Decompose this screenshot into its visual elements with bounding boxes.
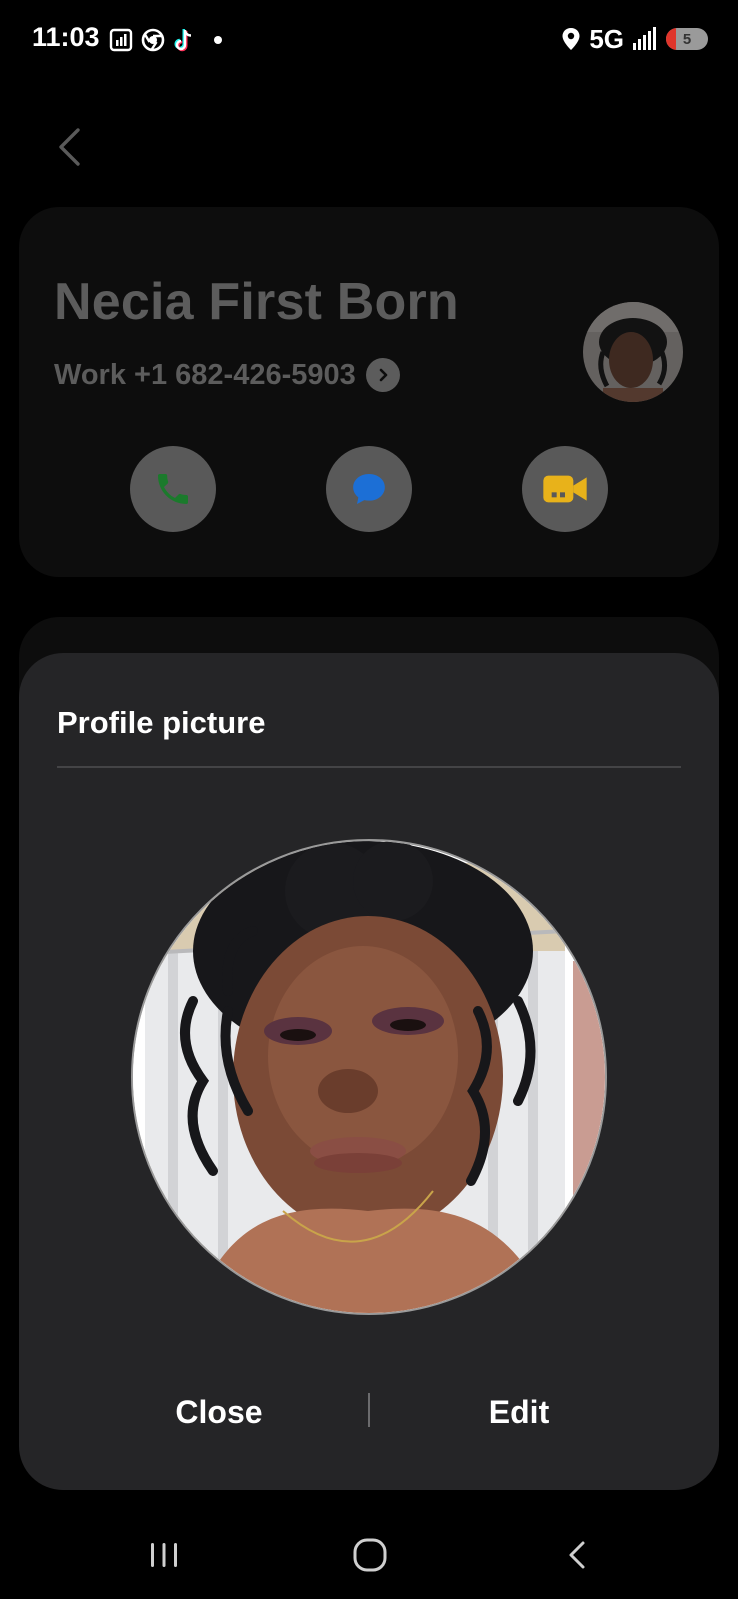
video-call-icon <box>543 475 587 503</box>
recent-apps-button[interactable] <box>134 1525 194 1585</box>
home-icon <box>353 1538 387 1572</box>
navigation-bar <box>0 1505 738 1599</box>
contact-avatar[interactable] <box>583 302 683 402</box>
call-button[interactable] <box>130 446 216 532</box>
recent-apps-icon <box>151 1543 177 1567</box>
home-button[interactable] <box>340 1525 400 1585</box>
sheet-actions: Close Edit <box>19 1377 719 1447</box>
back-icon <box>569 1541 585 1569</box>
divider <box>57 766 681 768</box>
tiktok-icon <box>174 29 192 52</box>
battery-icon: 5 <box>666 28 708 50</box>
location-icon <box>562 28 580 50</box>
call-icon <box>158 474 188 504</box>
contact-number: Work +1 682-426-5903 <box>54 358 356 391</box>
signal-icon <box>633 27 656 50</box>
network-label: 5G <box>589 23 624 54</box>
chevron-right-icon <box>365 358 400 392</box>
notification-dot-icon <box>214 36 222 44</box>
back-button[interactable] <box>52 122 92 172</box>
battery-level: 5 <box>682 30 692 48</box>
message-button[interactable] <box>326 446 412 532</box>
contact-number-row[interactable]: Work +1 682-426-5903 <box>54 358 400 392</box>
profile-photo <box>131 839 607 1315</box>
status-bar: 11:03 5G 5 <box>0 0 738 80</box>
contact-name: Necia First Born <box>54 273 459 331</box>
video-call-button[interactable] <box>522 446 608 532</box>
edit-button[interactable]: Edit <box>369 1377 669 1447</box>
message-icon <box>353 474 385 504</box>
chevron-left-icon <box>59 128 80 166</box>
close-button[interactable]: Close <box>69 1377 369 1447</box>
chrome-icon <box>141 28 165 52</box>
nav-back-button[interactable] <box>548 1525 608 1585</box>
sheet-title: Profile picture <box>57 705 266 740</box>
profile-picture-sheet: Profile picture Close Edit <box>19 653 719 1490</box>
gallery-widget-icon <box>109 28 133 52</box>
status-time: 11:03 <box>32 22 100 52</box>
